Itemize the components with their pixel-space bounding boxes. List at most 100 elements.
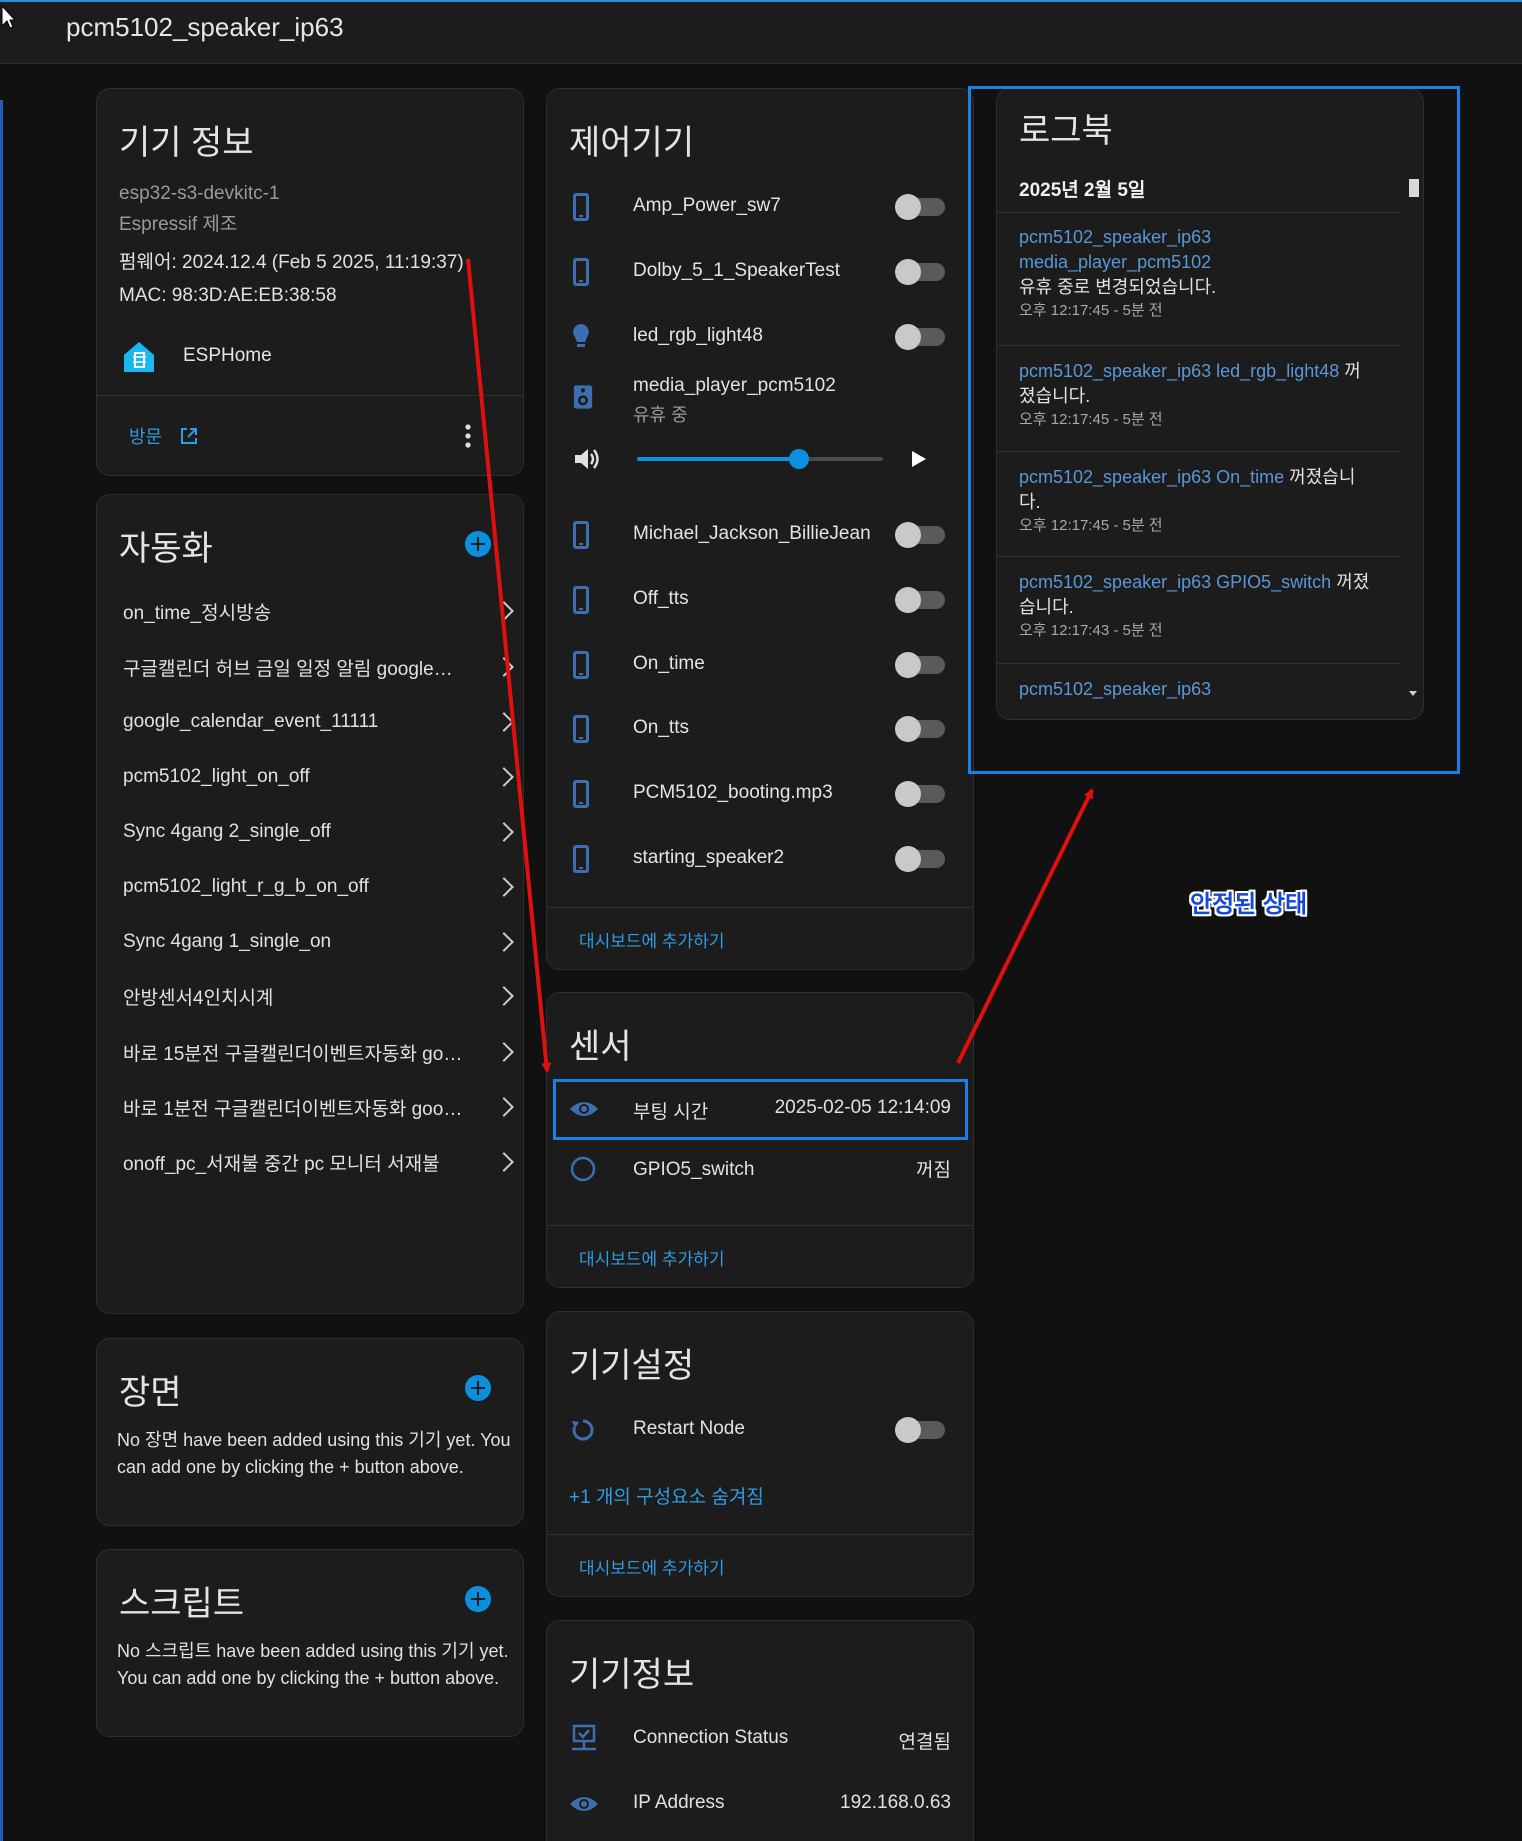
visit-link[interactable]: 방문: [129, 423, 199, 449]
control-row[interactable]: Amp_Power_sw7: [547, 179, 973, 235]
cellphone-icon: [573, 586, 589, 614]
add-automation-button[interactable]: [465, 531, 491, 557]
volume-icon[interactable]: [573, 447, 601, 471]
add-scene-button[interactable]: [465, 1375, 491, 1401]
media-player-status: 유휴 중: [633, 405, 688, 425]
automation-item[interactable]: onoff_pc_서재불 중간 pc 모니터 서재불: [123, 1142, 514, 1182]
automation-item[interactable]: Sync 4gang 1_single_on: [123, 922, 514, 962]
play-icon[interactable]: [911, 450, 927, 468]
cellphone-icon: [569, 584, 593, 616]
control-toggle[interactable]: [895, 587, 945, 613]
left-edge-line: [0, 100, 3, 1841]
top-app-bar: pcm5102_speaker_ip63: [0, 0, 1522, 64]
cellphone-icon: [569, 519, 593, 551]
control-toggle[interactable]: [895, 652, 945, 678]
control-row[interactable]: Dolby_5_1_SpeakerTest: [547, 244, 973, 300]
sensors-card: 센서 부팅 시간 2025-02-05 12:14:09 GPIO5_switc…: [546, 992, 974, 1288]
automation-item[interactable]: 구글캘린더 허브 금일 일정 알림 google_calendar_event: [123, 647, 514, 687]
volume-slider-handle[interactable]: [789, 449, 810, 469]
sensor-row-gpio5[interactable]: GPIO5_switch 꺼짐: [547, 1141, 973, 1197]
automation-item-label: google_calendar_event_11111: [123, 711, 379, 732]
gpio5-value: 꺼짐: [916, 1160, 951, 1181]
automation-item-label: pcm5102_light_on_off: [123, 766, 310, 787]
cellphone-icon: [573, 780, 589, 808]
scenes-title: 장면: [119, 1374, 182, 1412]
scripts-empty-text: No 스크립트 have been added using this 기기 ye…: [117, 1641, 509, 1688]
automation-item[interactable]: 바로 15분전 구글캘린더이벤트자동화 google: [123, 1032, 514, 1072]
control-row[interactable]: PCM5102_booting.mp3: [547, 766, 973, 822]
control-toggle[interactable]: [895, 716, 945, 742]
control-row[interactable]: On_time: [547, 637, 973, 693]
cellphone-icon: [569, 649, 593, 681]
control-label: Michael_Jackson_BillieJean: [633, 523, 871, 544]
control-toggle[interactable]: [895, 259, 945, 285]
device-info-title: 기기 정보: [119, 124, 254, 162]
device-model: esp32-s3-devkitc-1: [119, 183, 280, 204]
device-info-card: 기기 정보 esp32-s3-devkitc-1 Espressif 제조 펌웨…: [96, 88, 524, 476]
control-label: led_rgb_light48: [633, 325, 763, 346]
restart-node-toggle[interactable]: [895, 1417, 945, 1443]
restart-node-row[interactable]: Restart Node: [547, 1402, 973, 1458]
sensors-add-to-dashboard[interactable]: 대시보드에 추가하기: [579, 1245, 724, 1270]
cellphone-icon: [573, 845, 589, 873]
ip-address-value: 192.168.0.63: [840, 1792, 951, 1813]
add-script-button[interactable]: [465, 1586, 491, 1612]
controls-add-to-dashboard[interactable]: 대시보드에 추가하기: [579, 927, 724, 952]
highlight-box-boot-time: [553, 1079, 968, 1140]
controls-divider: [547, 907, 973, 908]
automation-item[interactable]: on_time_정시방송: [123, 591, 514, 631]
cellphone-icon: [569, 843, 593, 875]
gpio5-label: GPIO5_switch: [633, 1159, 755, 1180]
control-toggle[interactable]: [895, 781, 945, 807]
automation-item[interactable]: google_calendar_event_11111: [123, 702, 514, 742]
media-player-row[interactable]: media_player_pcm5102 유휴 중: [547, 371, 973, 501]
volume-slider[interactable]: [637, 449, 883, 469]
control-row[interactable]: Off_tts: [547, 572, 973, 628]
automation-item-label: Sync 4gang 2_single_off: [123, 821, 331, 842]
automation-item-label: onoff_pc_서재불 중간 pc 모니터 서재불: [123, 1153, 440, 1175]
configuration-add-to-dashboard[interactable]: 대시보드에 추가하기: [579, 1554, 724, 1579]
esphome-integration-row[interactable]: ESPHome: [97, 329, 523, 389]
control-label: Off_tts: [633, 588, 689, 609]
esphome-icon: [124, 342, 154, 372]
cellphone-icon: [573, 715, 589, 743]
automation-item-label: 구글캘린더 허브 금일 일정 알림 google_calendar_event: [123, 658, 463, 680]
control-row[interactable]: starting_speaker2: [547, 831, 973, 887]
chevron-right-icon: [494, 1042, 514, 1062]
control-row[interactable]: led_rgb_light48: [547, 309, 973, 365]
more-vertical-icon: [465, 424, 471, 448]
automation-item[interactable]: pcm5102_light_r_g_b_on_off: [123, 867, 514, 907]
control-toggle[interactable]: [895, 194, 945, 220]
ip-address-row[interactable]: IP Address 192.168.0.63: [547, 1776, 973, 1832]
diagnostics-title: 기기정보: [569, 1656, 695, 1694]
automation-item[interactable]: pcm5102_light_on_off: [123, 757, 514, 797]
controls-card: 제어기기 Amp_Power_sw7 Dolby_5_1_SpeakerTestl…: [546, 88, 974, 970]
esphome-label: ESPHome: [183, 345, 272, 366]
control-toggle[interactable]: [895, 324, 945, 350]
ip-address-label: IP Address: [633, 1792, 725, 1813]
automation-title: 자동화: [119, 530, 213, 568]
eye-icon: [570, 1797, 598, 1811]
more-menu-button[interactable]: [463, 423, 473, 449]
control-row[interactable]: Michael_Jackson_BillieJean: [547, 507, 973, 563]
controls-title: 제어기기: [569, 124, 695, 162]
control-toggle[interactable]: [895, 522, 945, 548]
hidden-entities-link[interactable]: +1 개의 구성요소 숨겨짐: [569, 1482, 764, 1509]
automation-item[interactable]: 바로 1분전 구글캘린더이벤트자동화 google: [123, 1087, 514, 1127]
configuration-title: 기기설정: [569, 1347, 695, 1385]
cellphone-icon: [569, 191, 593, 223]
scripts-card: 스크립트 No 스크립트 have been added using this …: [96, 1549, 524, 1737]
network-check-icon: [572, 1724, 596, 1751]
control-row[interactable]: On_tts: [547, 701, 973, 757]
restart-icon: [572, 1419, 594, 1441]
automation-item[interactable]: Sync 4gang 2_single_off: [123, 812, 514, 852]
control-toggle[interactable]: [895, 846, 945, 872]
media-player-label: media_player_pcm5102: [633, 375, 836, 396]
automation-item-label: 바로 1분전 구글캘린더이벤트자동화 google: [123, 1098, 463, 1120]
device-mac: MAC: 98:3D:AE:EB:38:58: [119, 285, 337, 306]
automation-item[interactable]: 안방센서4인치시계: [123, 976, 514, 1016]
scenes-card: 장면 No 장면 have been added using this 기기 y…: [96, 1338, 524, 1526]
circle-outline-icon: [570, 1156, 596, 1182]
connection-status-row[interactable]: Connection Status 연결됨: [547, 1711, 973, 1767]
configuration-divider: [547, 1534, 973, 1535]
